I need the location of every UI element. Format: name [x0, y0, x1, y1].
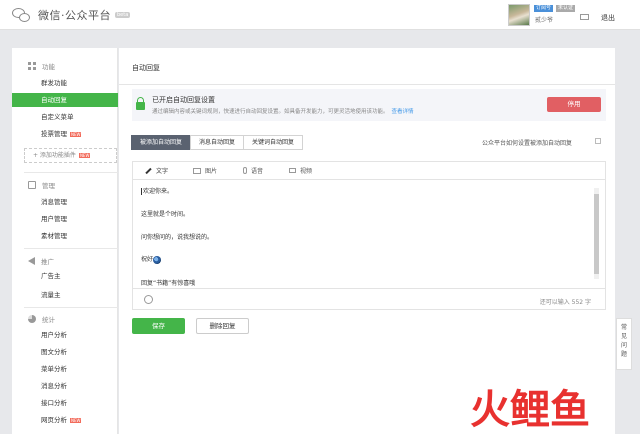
- editor-tabs: 文字 图片 语音 视频: [133, 162, 605, 180]
- section-title: 统计: [42, 316, 55, 324]
- sidebar-item-vote[interactable]: 投票管理 NEW: [12, 127, 118, 141]
- reply-line: 问你想问的，说我想说的。: [141, 234, 214, 241]
- divider: [24, 172, 118, 173]
- editor-tab-image[interactable]: 图片: [193, 166, 217, 175]
- tab-label: 视频: [300, 168, 313, 175]
- pen-icon: [145, 167, 152, 174]
- main-panel: 自动回复 已开启自动回复设置 通过编辑内容或关键词规则，快速进行自动回复设置。如…: [119, 48, 615, 434]
- nav-label: 网页分析: [41, 416, 67, 424]
- editor-tab-text[interactable]: 文字: [145, 166, 168, 175]
- reply-editor: 文字 图片 语音 视频 欢迎你来。 这里就是个时间。 问你想问的，说我想说的。 …: [132, 161, 606, 310]
- reply-line: 欢迎你来。: [141, 186, 173, 195]
- reply-type-tabs: 被添加自动回复 消息自动回复 关键词自动回复: [131, 135, 304, 150]
- logout-link[interactable]: 退出: [601, 13, 615, 23]
- save-button[interactable]: 保存: [132, 318, 185, 334]
- speaker-icon: [28, 257, 35, 265]
- reply-line: 这里就是个时间。: [141, 211, 190, 218]
- watermark-text: 火鲤鱼: [470, 387, 590, 433]
- editor-tab-voice[interactable]: 语音: [243, 166, 263, 175]
- add-plugin-button[interactable]: + 添加功能插件 NEW: [24, 148, 117, 163]
- sidebar-item-publisher[interactable]: 流量主: [12, 288, 118, 302]
- scroll-thumb[interactable]: [594, 194, 599, 274]
- notice-text: 通过编辑内容或关键词规则，快速进行自动回复设置。如具备开发能力，可更灵活地使用该…: [152, 109, 389, 115]
- tab-label: 文字: [156, 168, 169, 175]
- divider: [24, 248, 118, 249]
- sidebar-item-web-analysis[interactable]: 网页分析 NEW: [12, 413, 118, 427]
- new-badge: NEW: [70, 417, 82, 423]
- sidebar-section-manage: 管理: [28, 180, 55, 190]
- sidebar-item-auto-reply[interactable]: 自动回复: [12, 93, 118, 107]
- notice-description: 通过编辑内容或关键词规则，快速进行自动回复设置。如具备开发能力，可更灵活地使用该…: [152, 107, 414, 115]
- disable-button[interactable]: 停用: [547, 97, 601, 112]
- line-text: 欢迎你来。: [143, 188, 174, 195]
- notice-title: 已开启自动回复设置: [152, 96, 215, 104]
- emoji-picker-icon[interactable]: [144, 295, 153, 304]
- sidebar-item-menu-analysis[interactable]: 菜单分析: [12, 362, 118, 376]
- reply-line: 回复“书籍”有惊喜哦: [141, 280, 196, 287]
- watermark-logo: 火鲤鱼: [470, 386, 590, 430]
- top-bar: 微信·公众平台 beta 订阅号 未认证 贰少爷 退出: [0, 0, 640, 30]
- page-title: 自动回复: [132, 64, 160, 72]
- mic-icon: [243, 167, 247, 174]
- editor-tab-video[interactable]: 视频: [289, 166, 312, 175]
- sidebar-item-advertiser[interactable]: 广告主: [12, 269, 118, 283]
- tab-label: 语音: [251, 168, 264, 175]
- tab-keyword-reply[interactable]: 关键词自动回复: [243, 135, 304, 150]
- logo-text: 微信·公众平台: [38, 9, 111, 22]
- image-icon: [193, 167, 201, 174]
- reply-line: 祝好: [141, 254, 162, 264]
- mail-icon[interactable]: [580, 14, 589, 20]
- tab-message-reply[interactable]: 消息自动回复: [190, 135, 245, 150]
- new-badge: NEW: [70, 131, 82, 137]
- view-details-link[interactable]: 查看详情: [392, 109, 414, 115]
- sidebar-section-promote: 推广: [28, 256, 54, 266]
- char-count: 还可以输入 552 字: [539, 299, 591, 306]
- add-plugin-label: + 添加功能插件: [33, 152, 76, 159]
- editor-footer: 还可以输入 552 字: [133, 288, 605, 310]
- video-icon: [289, 168, 296, 173]
- username[interactable]: 贰少爷: [535, 15, 553, 24]
- section-title: 管理: [42, 182, 55, 190]
- divider: [119, 84, 615, 85]
- sidebar: 功能 群发功能 自动回复 自定义菜单 投票管理 NEW + 添加功能插件 NEW 管…: [12, 48, 118, 434]
- wechat-logo-icon: [12, 7, 32, 23]
- unverified-badge: 未认证: [556, 5, 576, 12]
- emoji-icon: [153, 255, 162, 264]
- text-caret: [141, 188, 142, 195]
- divider: [24, 307, 118, 308]
- account-type-badge: 订阅号: [534, 5, 554, 12]
- sidebar-item-user-analysis[interactable]: 用户分析: [12, 328, 118, 342]
- avatar[interactable]: [508, 4, 530, 26]
- logo[interactable]: 微信·公众平台 beta: [12, 6, 131, 24]
- how-to-checkbox[interactable]: [595, 138, 601, 144]
- sidebar-item-api-analysis[interactable]: 接口分析: [12, 396, 118, 410]
- sidebar-item-users[interactable]: 用户管理: [12, 212, 118, 226]
- sidebar-item-custom-menu[interactable]: 自定义菜单: [12, 110, 118, 124]
- grid-icon: [28, 62, 36, 70]
- box-icon: [28, 181, 36, 189]
- status-notice: 已开启自动回复设置 通过编辑内容或关键词规则，快速进行自动回复设置。如具备开发能…: [132, 89, 606, 121]
- lock-icon: [136, 97, 145, 110]
- sidebar-section-stats: 统计: [28, 314, 55, 324]
- sidebar-item-message-analysis[interactable]: 消息分析: [12, 379, 118, 393]
- sidebar-item-article-analysis[interactable]: 图文分析: [12, 345, 118, 359]
- nav-label: 投票管理: [41, 130, 67, 138]
- beta-badge: beta: [115, 12, 131, 18]
- sidebar-item-mass-send[interactable]: 群发功能: [12, 76, 118, 90]
- how-to-link[interactable]: 公众平台如何设置被添加自动回复: [482, 138, 572, 147]
- section-title: 功能: [42, 63, 55, 71]
- section-title: 推广: [41, 258, 54, 266]
- tab-label: 图片: [205, 168, 218, 175]
- delete-reply-button[interactable]: 删除回复: [196, 318, 249, 334]
- new-badge: NEW: [78, 153, 91, 158]
- sidebar-item-messages[interactable]: 消息管理: [12, 195, 118, 209]
- line-text: 祝好: [141, 256, 154, 263]
- tab-follow-reply[interactable]: 被添加自动回复: [131, 135, 192, 150]
- editor-scrollbar[interactable]: [594, 188, 599, 279]
- sidebar-section-features: 功能: [28, 61, 55, 71]
- faq-tab[interactable]: 常见问题: [616, 318, 632, 370]
- pie-icon: [28, 315, 36, 323]
- sidebar-item-materials[interactable]: 素材管理: [12, 229, 118, 243]
